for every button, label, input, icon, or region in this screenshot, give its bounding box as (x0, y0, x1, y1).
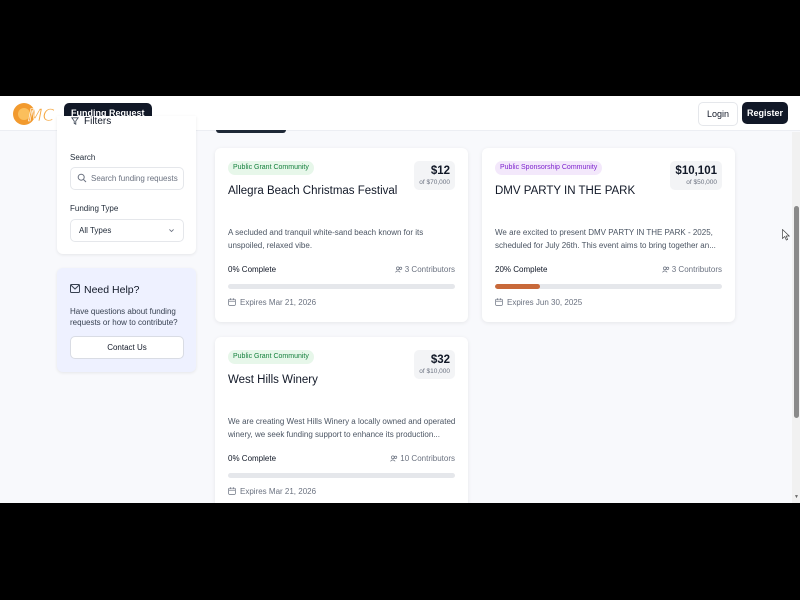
filter-icon (71, 117, 79, 125)
filters-panel: Filters Search Search funding requests F… (57, 116, 196, 254)
raised-amount: $10,101 (675, 165, 717, 177)
calendar-icon (495, 298, 503, 306)
need-help-title: Need Help? (84, 284, 140, 296)
users-icon (394, 266, 402, 273)
calendar-icon (228, 487, 236, 495)
contributors-text: 3 Contributors (404, 265, 455, 274)
browser-viewport: MC Funding Request Login Register Filter… (0, 96, 800, 503)
users-icon (661, 266, 669, 273)
scroll-down-arrow-icon[interactable]: ▼ (794, 494, 799, 500)
card-title[interactable]: DMV PARTY IN THE PARK (495, 185, 635, 197)
expiry-text: Expires Jun 30, 2025 (507, 298, 583, 307)
login-button[interactable]: Login (698, 102, 738, 126)
expiry-date: Expires Mar 21, 2026 (228, 298, 316, 307)
expiry-text: Expires Mar 21, 2026 (240, 298, 317, 307)
filters-title: Filters (84, 116, 112, 127)
funding-card[interactable]: Public Sponsorship Community DMV PARTY I… (482, 148, 735, 322)
register-button[interactable]: Register (742, 102, 788, 124)
card-description: We are excited to present DMV PARTY IN T… (495, 228, 716, 250)
card-title[interactable]: Allegra Beach Christmas Festival (228, 185, 397, 197)
search-placeholder: Search funding requests (91, 174, 178, 183)
funding-type-select[interactable]: All Types (70, 219, 184, 242)
amount-box: $12 of $70,000 (414, 161, 455, 190)
funding-type-label: Funding Type (70, 204, 119, 213)
raised-amount: $12 (430, 165, 450, 177)
contributors-count: 3 Contributors (661, 265, 722, 274)
funding-card[interactable]: Public Grant Community West Hills Winery… (215, 337, 468, 503)
svg-text:MC: MC (28, 106, 55, 126)
contributors-text: 3 Contributors (671, 265, 722, 274)
card-description: A secluded and tranquil white-sand beach… (228, 228, 424, 250)
chevron-down-icon (169, 229, 174, 233)
mc-logo-icon[interactable]: MC (12, 99, 58, 127)
card-title[interactable]: West Hills Winery (228, 374, 318, 386)
amount-box: $10,101 of $50,000 (670, 161, 722, 190)
need-help-text: Have questions about funding requests or… (70, 307, 178, 327)
partially-hidden-button[interactable] (216, 130, 286, 133)
calendar-icon (228, 298, 236, 306)
percent-complete: 0% Complete (228, 454, 277, 463)
card-description: We are creating West Hills Winery a loca… (228, 417, 456, 439)
amount-box: $32 of $10,000 (414, 350, 455, 379)
expiry-date: Expires Mar 21, 2026 (228, 487, 316, 496)
mail-icon (70, 284, 80, 293)
goal-amount: of $50,000 (686, 179, 717, 186)
raised-amount: $32 (430, 354, 450, 366)
funding-type-value: All Types (79, 226, 112, 235)
progress-fill (495, 284, 541, 289)
scrollbar-thumb[interactable] (794, 206, 799, 418)
expiry-text: Expires Mar 21, 2026 (240, 487, 317, 496)
progress-bar (495, 284, 722, 289)
search-input[interactable]: Search funding requests (70, 167, 184, 190)
progress-bar (228, 473, 455, 478)
category-badge: Public Sponsorship Community (495, 161, 603, 175)
percent-complete: 20% Complete (495, 265, 548, 274)
mouse-cursor-icon (782, 229, 790, 241)
progress-bar (228, 284, 455, 289)
percent-complete: 0% Complete (228, 265, 277, 274)
category-badge: Public Grant Community (228, 350, 314, 364)
contributors-count: 3 Contributors (394, 265, 455, 274)
goal-amount: of $10,000 (419, 368, 450, 375)
funding-card[interactable]: Public Grant Community Allegra Beach Chr… (215, 148, 468, 322)
search-label: Search (70, 153, 96, 162)
users-icon (390, 455, 398, 462)
contributors-count: 10 Contributors (390, 454, 455, 463)
search-icon (77, 173, 87, 183)
expiry-date: Expires Jun 30, 2025 (495, 298, 582, 307)
contributors-text: 10 Contributors (400, 454, 455, 463)
goal-amount: of $70,000 (419, 179, 450, 186)
contact-us-button[interactable]: Contact Us (70, 336, 184, 359)
need-help-panel: Need Help? Have questions about funding … (57, 268, 196, 372)
category-badge: Public Grant Community (228, 161, 314, 175)
